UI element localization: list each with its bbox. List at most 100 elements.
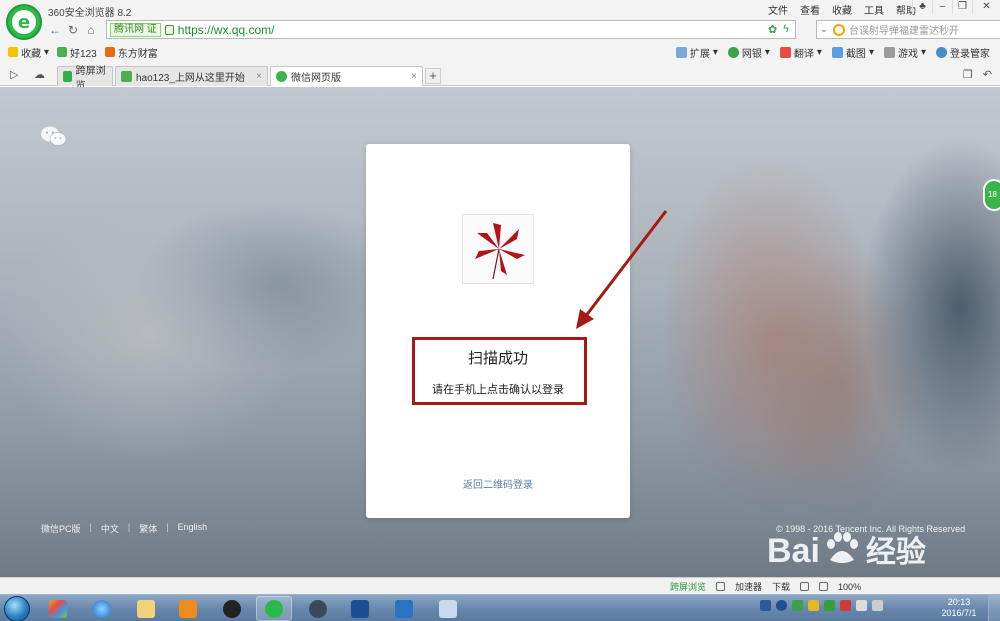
- lock-icon: [164, 24, 174, 35]
- close-button[interactable]: ✕: [972, 0, 1000, 14]
- status-download[interactable]: 下载: [772, 580, 790, 593]
- menu-tools[interactable]: 工具: [864, 2, 884, 17]
- maple-leaf-icon: [475, 223, 525, 280]
- return-to-qr-link[interactable]: 返回二维码登录: [366, 476, 630, 491]
- minimize-button[interactable]: –: [932, 0, 952, 14]
- tray-help-icon[interactable]: [776, 600, 787, 611]
- site-badge[interactable]: 腾讯网 证: [110, 22, 161, 37]
- player-icon: [179, 599, 197, 618]
- taskbar-app-explorer[interactable]: [128, 596, 164, 621]
- tray-keyboard-icon[interactable]: [760, 600, 771, 611]
- toolbar-tools: 扩展 ▾ 网银 ▾ 翻译 ▾ 截图 ▾ 游戏 ▾ 登录管家: [675, 45, 990, 60]
- new-tab-button[interactable]: +: [425, 68, 441, 84]
- fav-hao123[interactable]: 好123: [57, 45, 97, 60]
- video-icon: [351, 599, 369, 618]
- menu-bar: 文件 查看 收藏 工具 帮助: [768, 2, 916, 17]
- search-placeholder: 台误射导弹福建雷达秒开: [849, 26, 959, 37]
- footer-link-pc[interactable]: 微信PC版: [41, 522, 81, 535]
- puzzle-icon: [675, 47, 687, 58]
- wechat-login-page: 扫描成功 请在手机上点击确认以登录 返回二维码登录 微信PC版 | 中文 | 繁…: [0, 87, 1000, 577]
- taskbar-app-360browser[interactable]: [256, 596, 292, 621]
- taskbar-clock[interactable]: 20:13 2016/7/1: [934, 597, 984, 619]
- tray-360-icon[interactable]: [808, 600, 819, 611]
- menu-favorites[interactable]: 收藏: [832, 2, 852, 17]
- taskbar-app-cloud[interactable]: [386, 596, 422, 621]
- qq-penguin-icon: [223, 599, 241, 618]
- folder-icon: [137, 599, 155, 618]
- speed-icon[interactable]: [716, 582, 726, 591]
- ie-icon: [93, 599, 111, 618]
- start-button[interactable]: [4, 596, 30, 621]
- avatar: [462, 214, 534, 284]
- close-icon[interactable]: ×: [411, 71, 417, 82]
- browser-logo-icon[interactable]: e: [6, 4, 42, 40]
- status-bar-items: 跨屏浏览 加速器 下载 100%: [670, 580, 861, 593]
- tray-network-icon[interactable]: [856, 600, 867, 611]
- address-bar[interactable]: 腾讯网 证 https://wx.qq.com/ ✿ ϟ: [106, 20, 796, 39]
- favorites-menu[interactable]: 收藏 ▾: [8, 45, 49, 60]
- close-icon[interactable]: ×: [256, 71, 262, 82]
- taskbar-app-paint[interactable]: [430, 596, 466, 621]
- taskbar-app-player[interactable]: [170, 596, 206, 621]
- favorites-bar: 收藏 ▾ 好123 东方财富 扩展 ▾ 网银 ▾ 翻译 ▾ 截图 ▾ 游戏 ▾ …: [0, 42, 1000, 62]
- skin-icon[interactable]: ♣: [912, 0, 932, 14]
- clock-date: 2016/7/1: [941, 608, 977, 618]
- settings-gear-icon[interactable]: ✿: [768, 23, 777, 36]
- tool-extensions[interactable]: 扩展 ▾: [675, 45, 718, 60]
- address-actions: ✿ ϟ: [768, 23, 789, 36]
- sound-icon[interactable]: [800, 582, 810, 591]
- footer-link-english[interactable]: English: [178, 522, 208, 535]
- back-icon[interactable]: ←: [46, 21, 64, 39]
- status-accelerator[interactable]: 加速器: [735, 580, 762, 593]
- sidebar-toggle-icon[interactable]: ▷: [10, 68, 18, 81]
- tool-games[interactable]: 游戏 ▾: [883, 45, 926, 60]
- tab-cross-screen[interactable]: 跨屏浏览: [57, 66, 113, 92]
- restore-window-icon[interactable]: ❐: [963, 68, 973, 81]
- menu-view[interactable]: 查看: [800, 2, 820, 17]
- tool-translate[interactable]: 翻译 ▾: [779, 45, 822, 60]
- taskbar-app-video[interactable]: [342, 596, 378, 621]
- tray-volume-icon[interactable]: [872, 600, 883, 611]
- tool-screenshot[interactable]: 截图 ▾: [831, 45, 874, 60]
- scissors-icon: [831, 47, 843, 58]
- maximize-button[interactable]: ❐: [952, 0, 972, 14]
- tab-wechat-web[interactable]: 微信网页版 ×: [270, 66, 423, 86]
- cloud-icon[interactable]: ☁: [34, 68, 45, 81]
- tab-bar: ▷ ☁ 跨屏浏览 hao123_上网从这里开始 × 微信网页版 × + ❐ ↶: [0, 64, 1000, 92]
- tray-alert-icon[interactable]: [840, 600, 851, 611]
- taskbar-app-ie[interactable]: [84, 596, 120, 621]
- status-bar: 跨屏浏览 加速器 下载 100%: [0, 577, 1000, 594]
- side-badge[interactable]: 18: [983, 179, 1000, 211]
- footer-link-traditional[interactable]: 繁体: [139, 522, 157, 535]
- refresh-icon[interactable]: ↻: [64, 21, 82, 39]
- tool-login-manager[interactable]: 登录管家: [936, 45, 990, 60]
- show-desktop-button[interactable]: [988, 595, 1000, 621]
- phone-icon: [63, 71, 72, 82]
- status-cross-screen[interactable]: 跨屏浏览: [670, 580, 706, 593]
- zoom-level[interactable]: 100%: [838, 582, 861, 592]
- fullscreen-icon[interactable]: [819, 582, 829, 591]
- chevron-down-icon[interactable]: ⌄: [817, 24, 831, 35]
- fav-eastmoney[interactable]: 东方财富: [104, 45, 158, 60]
- tray-shield-icon[interactable]: [824, 600, 835, 611]
- taskbar-app-media[interactable]: [40, 596, 76, 621]
- lightning-icon[interactable]: ϟ: [783, 23, 789, 36]
- nav-row: ← ↻ ⌂ 腾讯网 证 https://wx.qq.com/ ✿ ϟ ⌄ 台误射…: [46, 20, 1000, 40]
- taskbar-app-film[interactable]: [300, 596, 336, 621]
- footer-link-chinese[interactable]: 中文: [101, 522, 119, 535]
- bank-icon: [727, 47, 739, 58]
- undo-close-icon[interactable]: ↶: [983, 68, 992, 81]
- tab-hao123[interactable]: hao123_上网从这里开始 ×: [115, 66, 268, 86]
- wechat-logo-icon: [41, 126, 67, 146]
- menu-file[interactable]: 文件: [768, 2, 788, 17]
- search-engine-icon[interactable]: [833, 23, 845, 36]
- tool-banking[interactable]: 网银 ▾: [727, 45, 770, 60]
- cloud-drive-icon: [395, 599, 413, 618]
- search-box[interactable]: ⌄ 台误射导弹福建雷达秒开 ⚲: [816, 20, 1000, 39]
- gamepad-icon: [883, 47, 895, 58]
- url-text[interactable]: https://wx.qq.com/: [178, 23, 275, 37]
- tray-battery-icon[interactable]: [792, 600, 803, 611]
- taskbar-app-qq[interactable]: [214, 596, 250, 621]
- translate-icon: [779, 47, 791, 58]
- home-icon[interactable]: ⌂: [82, 21, 100, 39]
